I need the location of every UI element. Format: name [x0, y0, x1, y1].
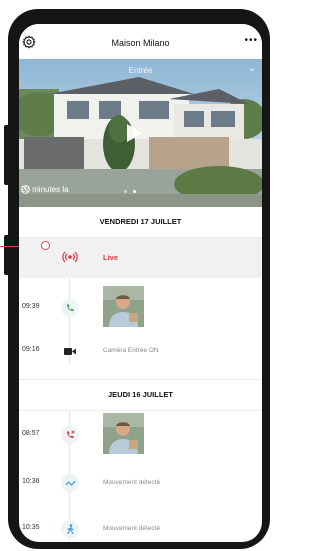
chevron-down-icon[interactable]: ⌄ — [248, 63, 256, 74]
event-row[interactable]: 09:16 Caméra Entrée ON — [19, 338, 262, 364]
side-button — [4, 125, 9, 185]
event-label: Mouvement détecté — [103, 479, 161, 486]
event-time: 09:16 — [22, 346, 40, 353]
event-label: Mouvement détecté — [103, 525, 161, 532]
pager-dots[interactable] — [124, 190, 136, 193]
event-time: 10:35 — [22, 524, 40, 531]
event-label: Live — [103, 253, 119, 262]
event-row[interactable]: 10:35 Mouvement détecté — [19, 516, 262, 542]
play-icon[interactable] — [123, 122, 145, 144]
video-camera-icon — [61, 342, 79, 360]
more-options-icon[interactable]: ••• — [244, 36, 258, 46]
clock-icon — [21, 185, 30, 194]
live-row[interactable]: Live — [19, 238, 262, 278]
last-seen: 23 minutes la — [21, 185, 69, 194]
camera-preview[interactable]: Entrée ⌄ 23 minutes la — [19, 59, 262, 207]
event-label: Caméra Entrée ON — [103, 347, 159, 354]
app-screen: Maison Milano ••• Entrée ⌄ 23 minutes la… — [19, 24, 262, 542]
page-title: Maison Milano — [111, 38, 170, 48]
pager-dot[interactable] — [124, 190, 127, 193]
event-row[interactable]: 08:57 — [19, 413, 262, 458]
timeline-pointer-dot — [41, 241, 50, 250]
missed-call-icon — [61, 426, 79, 444]
snapshot-thumbnail[interactable] — [103, 286, 144, 327]
event-row[interactable]: 09:39 — [19, 286, 262, 331]
snapshot-thumbnail[interactable] — [103, 413, 144, 454]
camera-name: Entrée — [128, 66, 153, 75]
day-header: VENDREDI 17 JUILLET — [19, 207, 262, 238]
event-time: 10:36 — [22, 478, 40, 485]
side-button — [4, 235, 9, 275]
event-time: 08:57 — [22, 430, 40, 437]
motion-icon — [61, 474, 79, 492]
event-row[interactable]: 10:36 Mouvement détecté — [19, 470, 262, 496]
live-signal-icon — [61, 248, 79, 266]
event-time: 09:39 — [22, 303, 40, 310]
day-header: JEUDI 16 JUILLET — [19, 379, 262, 411]
top-bar: Maison Milano ••• — [19, 24, 262, 59]
phone-answered-icon — [61, 299, 79, 317]
pager-dot-active[interactable] — [133, 190, 136, 193]
person-walking-icon — [61, 520, 79, 538]
